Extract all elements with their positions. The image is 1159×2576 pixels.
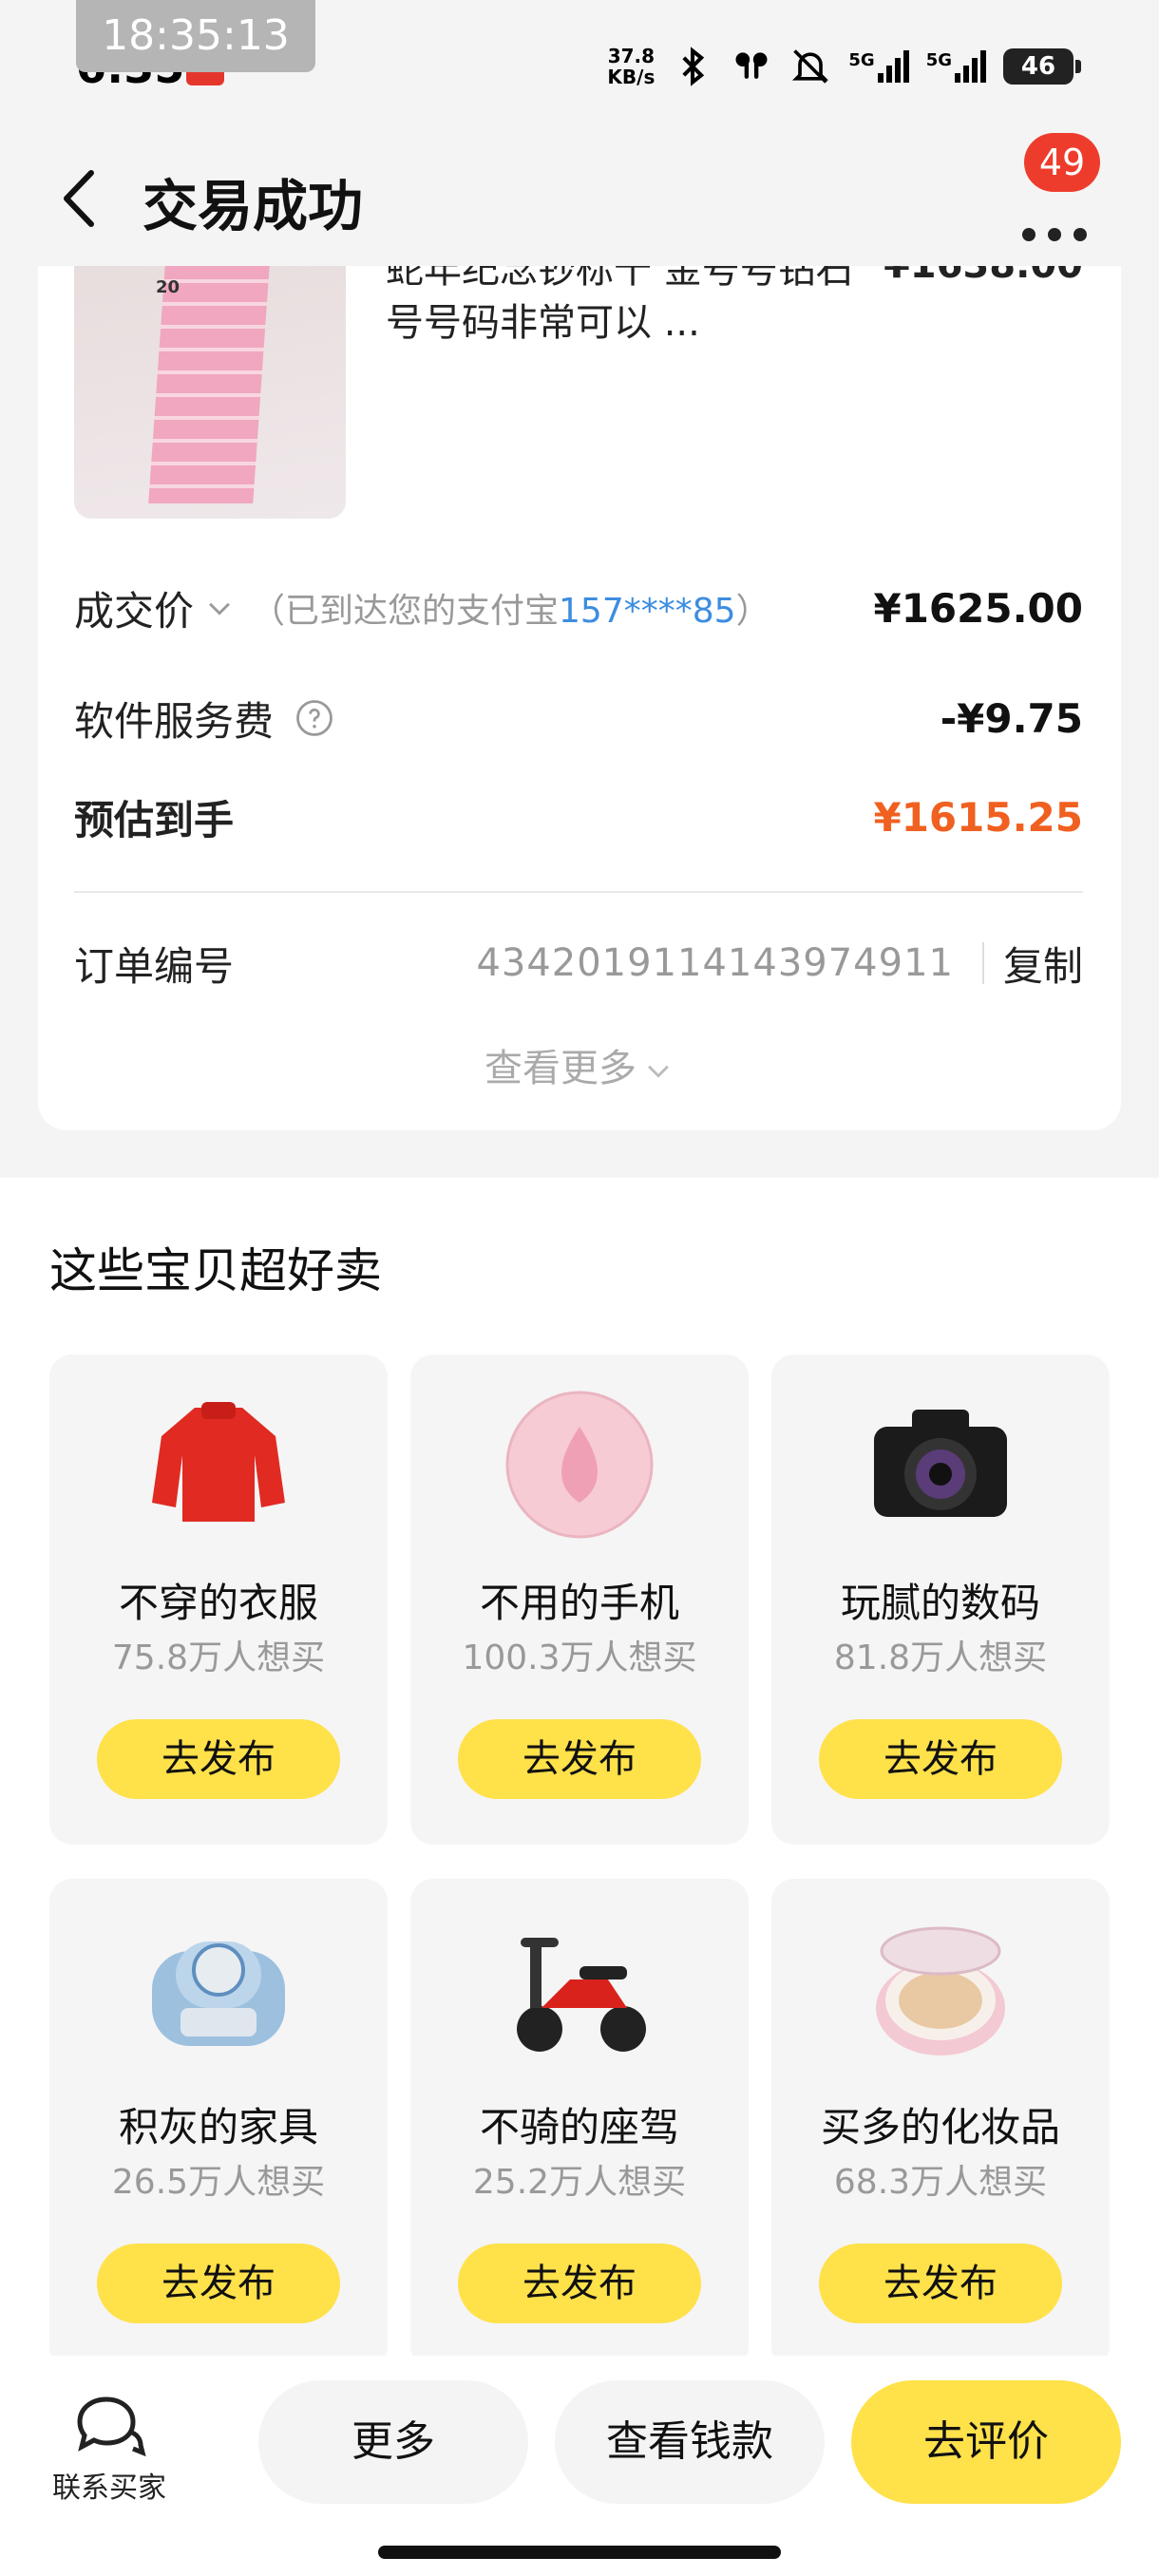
page-title: 交易成功 <box>142 174 364 238</box>
contact-buyer-button[interactable]: 联系买家 <box>38 2394 180 2506</box>
recommend-tile-clothes[interactable]: 不穿的衣服 75.8万人想买 去发布 <box>49 1354 388 1845</box>
order-number-value: 4342019114143974911 <box>476 941 954 985</box>
publish-button[interactable]: 去发布 <box>819 1719 1062 1799</box>
review-button[interactable]: 去评价 <box>851 2380 1121 2504</box>
divider <box>74 891 1083 893</box>
publish-button[interactable]: 去发布 <box>97 1719 340 1799</box>
estimated-income-label: 预估到手 <box>74 796 235 843</box>
recommend-tile-phone[interactable]: 不用的手机 100.3万人想买 去发布 <box>410 1354 749 1845</box>
signal-5g-icon: 5G <box>848 50 909 83</box>
chevron-down-icon <box>648 1065 669 1078</box>
tile-want-count: 26.5万人想买 <box>111 2163 326 2202</box>
title-bar: 交易成功 <box>0 133 1159 266</box>
status-bar: 6:35 头条 ··· 18:35:13 37.8 KB/s 5G 5G 46 <box>0 0 1159 133</box>
question-circle-icon[interactable] <box>294 698 334 738</box>
tile-name: 买多的化妆品 <box>820 2104 1060 2150</box>
product-image[interactable]: 20 <box>74 266 346 519</box>
estimated-income-row: 预估到手 ¥1615.25 <box>74 788 1083 845</box>
more-button[interactable]: 更多 <box>258 2380 528 2504</box>
tile-name: 不穿的衣服 <box>118 1580 318 1626</box>
tile-name: 不骑的座驾 <box>479 2104 679 2150</box>
copy-button[interactable]: 复制 <box>1003 935 1083 993</box>
publish-button[interactable]: 去发布 <box>97 2244 340 2323</box>
tile-want-count: 75.8万人想买 <box>111 1638 326 1677</box>
tile-want-count: 81.8万人想买 <box>833 1638 1048 1677</box>
product-title[interactable]: 蛇年纪念钞标十 金号号钻石号号码非常可以 ... <box>386 266 880 350</box>
tile-name: 玩腻的数码 <box>840 1580 1040 1626</box>
contact-buyer-label: 联系买家 <box>52 2472 166 2505</box>
recommend-title: 这些宝贝超好卖 <box>49 1243 382 1298</box>
service-fee-row: 软件服务费 -¥9.75 <box>74 690 1083 747</box>
tile-want-count: 25.2万人想买 <box>472 2163 687 2202</box>
deal-price-label: 成交价 <box>74 587 195 635</box>
recommend-tile-furniture[interactable]: 积灰的家具 26.5万人想买 去发布 <box>49 1879 388 2369</box>
separator <box>981 942 984 984</box>
tile-want-count: 68.3万人想买 <box>833 2163 1048 2202</box>
recommend-tile-vehicle[interactable]: 不骑的座驾 25.2万人想买 去发布 <box>410 1879 749 2369</box>
bottom-action-bar: 联系买家 更多 查看钱款 去评价 <box>0 2356 1159 2576</box>
sweater-icon <box>152 1402 285 1522</box>
deal-price-note: （已到达您的支付宝157****85） <box>251 592 770 631</box>
recommend-tile-digital[interactable]: 玩腻的数码 81.8万人想买 去发布 <box>771 1354 1110 1845</box>
service-fee-label: 软件服务费 <box>74 697 275 745</box>
home-indicator[interactable] <box>378 2546 781 2559</box>
chat-bubbles-icon <box>77 2396 146 2457</box>
earbuds-icon <box>735 52 768 79</box>
publish-button[interactable]: 去发布 <box>458 1719 701 1799</box>
phone-icon <box>505 1391 654 1539</box>
publish-button[interactable]: 去发布 <box>458 2244 701 2323</box>
see-more-button[interactable]: 查看更多 <box>38 1037 1121 1092</box>
chevron-down-icon[interactable] <box>203 592 236 624</box>
cushion-compact-icon <box>876 1926 1005 2055</box>
status-icons: 37.8 KB/s 5G 5G 46 <box>607 42 1081 91</box>
mute-bell-icon <box>792 49 829 84</box>
publish-button[interactable]: 去发布 <box>819 2244 1062 2323</box>
tile-name: 积灰的家具 <box>118 2104 318 2150</box>
order-number-row: 订单编号 4342019114143974911 复制 <box>74 935 1083 992</box>
order-detail-screen: 6:35 头条 ··· 18:35:13 37.8 KB/s 5G 5G 46 <box>0 0 1159 2576</box>
deal-price-row: 成交价 （已到达您的支付宝157****85） ¥1625.00 <box>74 579 1083 636</box>
bluetooth-icon <box>682 47 705 86</box>
armchair-icon <box>152 1941 285 2046</box>
notification-badge: 49 <box>1024 133 1100 192</box>
estimated-income-value: ¥1615.25 <box>873 793 1083 841</box>
tile-want-count: 100.3万人想买 <box>462 1638 697 1677</box>
camera-icon <box>874 1410 1007 1517</box>
signal-5g-icon: 5G <box>926 50 986 83</box>
view-money-button[interactable]: 查看钱款 <box>555 2380 825 2504</box>
battery-icon: 46 <box>1003 48 1081 85</box>
scooter-icon <box>517 1938 646 2052</box>
banknote-stack-image <box>148 266 272 503</box>
tile-name: 不用的手机 <box>479 1580 679 1626</box>
deal-price-value: ¥1625.00 <box>873 584 1083 632</box>
product-image-label: 20 <box>156 277 180 297</box>
back-arrow-icon[interactable] <box>53 165 110 232</box>
network-speed: 37.8 KB/s <box>607 45 656 88</box>
service-fee-value: -¥9.75 <box>940 694 1083 742</box>
recommend-tile-cosmetics[interactable]: 买多的化妆品 68.3万人想买 去发布 <box>771 1879 1110 2369</box>
order-number-label: 订单编号 <box>74 942 235 990</box>
product-price: ¥1638.00 <box>884 266 1083 287</box>
recommend-section: 这些宝贝超好卖 不穿的衣服 75.8万人想买 去发布 不用的手机 100.3万人… <box>0 1178 1159 2384</box>
order-card: 20 蛇年纪念钞标十 金号号钻石号号码非常可以 ... ¥1638.00 成交价… <box>38 266 1121 1130</box>
screen-recorder-clock: 18:35:13 <box>76 0 315 72</box>
